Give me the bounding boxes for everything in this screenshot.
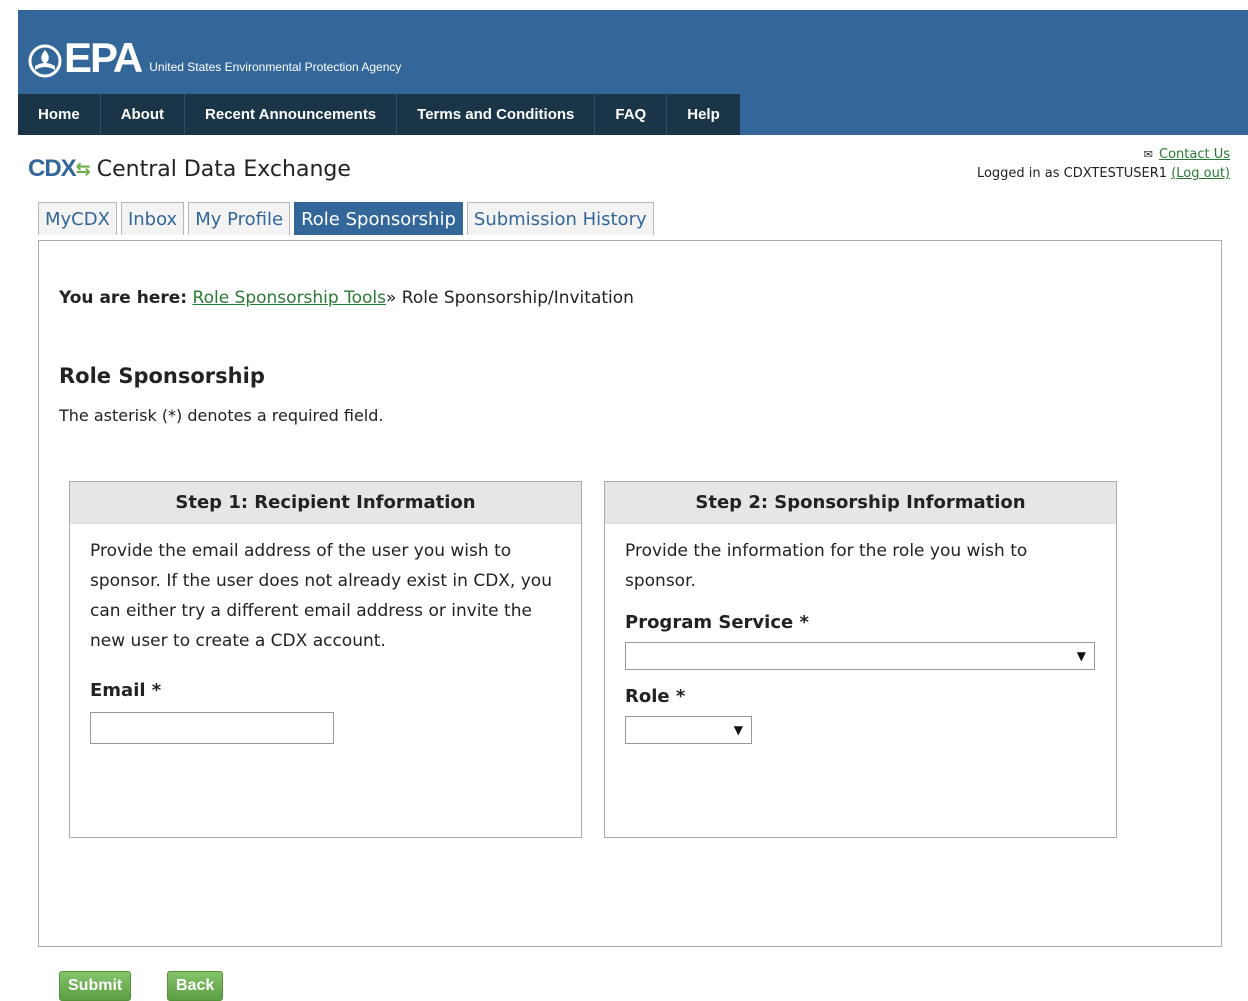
cdx-header: CDX ⇆ Central Data Exchange [28,155,351,183]
page-title: Role Sponsorship [59,364,265,388]
cdx-title: Central Data Exchange [96,156,351,182]
agency-name: United States Environmental Protection A… [149,60,402,74]
tab-my-profile[interactable]: My Profile [188,202,291,235]
tab-inbox[interactable]: Inbox [120,202,185,235]
breadcrumb-current: Role Sponsorship/Invitation [401,288,634,308]
step1-description: Provide the email address of the user yo… [90,541,552,651]
required-note: The asterisk (*) denotes a required fiel… [59,406,384,425]
step2-panel: Step 2: Sponsorship Information Provide … [604,481,1117,838]
contact-us-link[interactable]: Contact Us [1159,147,1230,162]
logout-link[interactable]: (Log out) [1171,166,1230,181]
nav-about[interactable]: About [101,94,186,135]
logged-in-text: Logged in as CDXTESTUSER1 [976,166,1168,181]
step1-heading: Step 1: Recipient Information [70,482,581,524]
exchange-arrows-icon: ⇆ [75,158,91,180]
breadcrumb-link-role-sponsorship-tools[interactable]: Role Sponsorship Tools [193,288,386,308]
content-panel: You are here: Role Sponsorship Tools» Ro… [38,240,1222,1001]
dropdown-arrow-icon: ▼ [733,723,743,737]
tab-mycdx[interactable]: MyCDX [38,202,117,235]
program-service-select[interactable]: ▼ [625,642,1095,670]
email-label: Email * [90,680,162,701]
account-box: ✉ Contact Us Logged in as CDXTESTUSER1 (L… [977,147,1230,181]
role-select[interactable]: ▼ [625,716,752,744]
tab-bar: MyCDX Inbox My Profile Role Sponsorship … [38,202,658,235]
back-button[interactable]: Back [167,971,224,1001]
submit-button[interactable]: Submit [59,971,132,1001]
nav-faq[interactable]: FAQ [595,94,668,135]
epa-seal-icon [28,44,62,78]
nav-help[interactable]: Help [667,94,740,135]
nav-home[interactable]: Home [18,94,101,135]
step1-panel: Step 1: Recipient Information Provide th… [69,481,582,838]
page-frame: EPA United States Environmental Protecti… [18,10,1248,1001]
envelope-icon: ✉ [1143,148,1153,161]
step2-heading: Step 2: Sponsorship Information [605,482,1116,524]
main-area: CDX ⇆ Central Data Exchange ✉ Contact Us … [18,135,1248,1001]
breadcrumb-prefix: You are here: [59,288,188,308]
epa-logo[interactable]: EPA United States Environmental Protecti… [28,22,402,81]
main-nav: Home About Recent Announcements Terms an… [18,94,740,135]
nav-recent-announcements[interactable]: Recent Announcements [185,94,398,135]
tab-role-sponsorship[interactable]: Role Sponsorship [294,202,463,235]
step2-description: Provide the information for the role you… [625,541,1028,591]
epa-wordmark: EPA [64,34,143,81]
tab-submission-history[interactable]: Submission History [466,202,654,235]
breadcrumb-separator: » [385,288,397,308]
email-field[interactable] [90,712,334,744]
breadcrumb: You are here: Role Sponsorship Tools» Ro… [59,288,634,308]
nav-terms-and-conditions[interactable]: Terms and Conditions [397,94,596,135]
role-label: Role * [625,686,686,707]
cdx-logo: CDX [28,155,77,182]
dropdown-arrow-icon: ▼ [1076,649,1086,663]
program-service-label: Program Service * [625,612,809,633]
